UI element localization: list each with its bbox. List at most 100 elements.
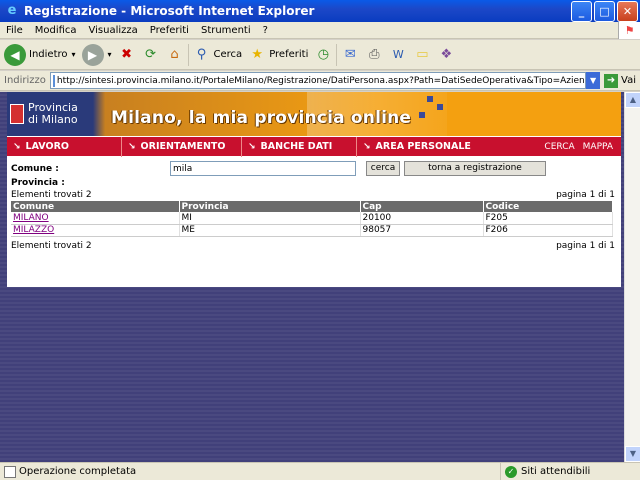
page-icon	[52, 74, 55, 87]
back-button[interactable]: ◀ Indietro ▾	[4, 43, 76, 66]
nav-mappa-link[interactable]: MAPPA	[583, 142, 613, 152]
main-nav: ↘ LAVORO ↘ ORIENTAMENTO ↘ BANCHE DATI ↘ …	[7, 136, 621, 157]
comune-label: Comune :	[11, 164, 59, 174]
address-input[interactable]: http://sintesi.provincia.milano.it/Porta…	[49, 72, 587, 89]
go-button[interactable]: ➜ Vai	[604, 73, 636, 88]
menu-help[interactable]: ?	[257, 25, 274, 36]
windows-flag-icon: ⚑	[618, 21, 640, 39]
back-label: Indietro	[29, 49, 68, 60]
security-zone: ✓ Siti attendibili	[500, 462, 640, 480]
nav-arrow-icon: ↘	[128, 141, 136, 152]
mail-icon[interactable]: ✉	[341, 46, 359, 64]
site-banner: Provincia di Milano Milano, la mia provi…	[7, 92, 621, 136]
cell-cap: 98057	[360, 224, 484, 237]
favorites-button[interactable]: ★ Preferiti	[248, 46, 308, 64]
nav-utility-links: CERCA MAPPA	[544, 142, 621, 152]
scroll-down-icon[interactable]: ▼	[625, 446, 640, 462]
messenger-icon[interactable]: ❖	[437, 46, 455, 64]
table-row: MILANO MI 20100 F205	[11, 212, 613, 225]
toolbar-divider	[336, 43, 338, 66]
scroll-up-icon[interactable]: ▲	[625, 92, 640, 108]
favorites-label: Preferiti	[269, 49, 309, 60]
vertical-scrollbar[interactable]: ▲ ▼	[624, 92, 640, 462]
cell-provincia: ME	[179, 224, 361, 237]
history-icon[interactable]: ◷	[314, 46, 332, 64]
edit-icon[interactable]: W	[389, 46, 407, 64]
results-pagination-bottom: pagina 1 di 1	[556, 241, 615, 251]
address-label: Indirizzo	[4, 75, 46, 86]
search-label: Cerca	[213, 49, 243, 60]
nav-arrow-icon: ↘	[363, 141, 371, 152]
nav-cerca-link[interactable]: CERCA	[544, 142, 574, 152]
maximize-button[interactable]: □	[594, 0, 615, 22]
trusted-check-icon: ✓	[505, 465, 517, 478]
comune-link[interactable]: MILANO	[13, 213, 49, 223]
page-done-icon	[4, 465, 16, 478]
torna-registrazione-button[interactable]: torna a registrazione	[404, 161, 546, 176]
cell-comune: MILANO	[11, 212, 180, 225]
stop-icon[interactable]: ✖	[118, 46, 136, 64]
column-header-codice: Codice	[483, 201, 613, 212]
provincia-label: Provincia :	[11, 178, 65, 188]
menu-modifica[interactable]: Modifica	[29, 25, 83, 36]
title-bar: e Registrazione - Microsoft Internet Exp…	[0, 0, 640, 22]
table-header-row: Comune Provincia Cap Codice	[11, 201, 613, 212]
deco-square	[419, 112, 425, 118]
nav-area-personale[interactable]: ↘ AREA PERSONALE	[357, 137, 507, 157]
nav-banche-dati[interactable]: ↘ BANCHE DATI	[242, 136, 357, 157]
comune-link[interactable]: MILAZZO	[13, 225, 54, 235]
minimize-button[interactable]: _	[571, 0, 592, 22]
site-headline: Milano, la mia provincia online	[111, 108, 412, 128]
table-row: MILAZZO ME 98057 F206	[11, 224, 613, 237]
site-logo[interactable]: Provincia di Milano	[7, 92, 93, 136]
deco-square	[437, 104, 443, 110]
nav-label: ORIENTAMENTO	[140, 141, 226, 152]
home-icon[interactable]: ⌂	[166, 46, 184, 64]
forward-button[interactable]: ▶ ▾	[81, 43, 112, 66]
nav-arrow-icon: ↘	[248, 141, 256, 152]
search-button[interactable]: ⚲ Cerca	[193, 46, 243, 64]
zone-text: Siti attendibili	[521, 466, 591, 477]
forward-arrow-icon: ▶	[81, 43, 104, 66]
comune-input[interactable]	[170, 161, 356, 176]
cell-provincia: MI	[179, 212, 361, 225]
column-header-comune: Comune	[11, 201, 180, 212]
discuss-icon[interactable]: ▭	[413, 46, 431, 64]
browser-viewport: Provincia di Milano Milano, la mia provi…	[0, 92, 624, 462]
cell-cap: 20100	[360, 212, 484, 225]
menu-preferiti[interactable]: Preferiti	[144, 25, 195, 36]
column-header-provincia: Provincia	[179, 201, 361, 212]
results-count-bottom: Elementi trovati 2	[11, 241, 92, 251]
nav-label: BANCHE DATI	[260, 141, 333, 152]
nav-label: LAVORO	[25, 141, 69, 152]
address-bar: Indirizzo http://sintesi.provincia.milan…	[0, 71, 640, 91]
cell-codice: F205	[483, 212, 613, 225]
back-arrow-icon: ◀	[4, 43, 26, 66]
print-icon[interactable]: ⎙	[365, 46, 383, 64]
nav-arrow-icon: ↘	[13, 141, 21, 152]
toolbar-divider	[187, 43, 189, 66]
refresh-icon[interactable]: ⟳	[142, 46, 160, 64]
results-table: Comune Provincia Cap Codice MILANO MI 20…	[11, 201, 613, 237]
column-header-cap: Cap	[360, 201, 484, 212]
menu-bar: File Modifica Visualizza Preferiti Strum…	[0, 21, 640, 39]
org-line2: di Milano	[28, 113, 78, 126]
menu-file[interactable]: File	[0, 25, 29, 36]
ie-logo-icon: e	[7, 3, 17, 18]
back-dropdown-icon[interactable]: ▾	[72, 50, 76, 59]
close-button[interactable]: ✕	[617, 0, 638, 22]
crest-icon	[10, 104, 24, 124]
forward-dropdown-icon[interactable]: ▾	[108, 50, 112, 59]
nav-orientamento[interactable]: ↘ ORIENTAMENTO	[122, 136, 242, 157]
cell-comune: MILAZZO	[11, 224, 180, 237]
nav-lavoro[interactable]: ↘ LAVORO	[7, 136, 122, 157]
deco-square	[427, 96, 433, 102]
menu-visualizza[interactable]: Visualizza	[83, 25, 144, 36]
nav-label: AREA PERSONALE	[375, 141, 471, 152]
address-dropdown-icon[interactable]: ▼	[586, 72, 601, 89]
search-icon: ⚲	[196, 47, 207, 62]
menu-strumenti[interactable]: Strumenti	[195, 25, 257, 36]
address-url: http://sintesi.provincia.milano.it/Porta…	[56, 75, 585, 86]
search-form: Comune : cerca torna a registrazione Pro…	[7, 156, 621, 274]
cerca-button[interactable]: cerca	[366, 161, 400, 176]
